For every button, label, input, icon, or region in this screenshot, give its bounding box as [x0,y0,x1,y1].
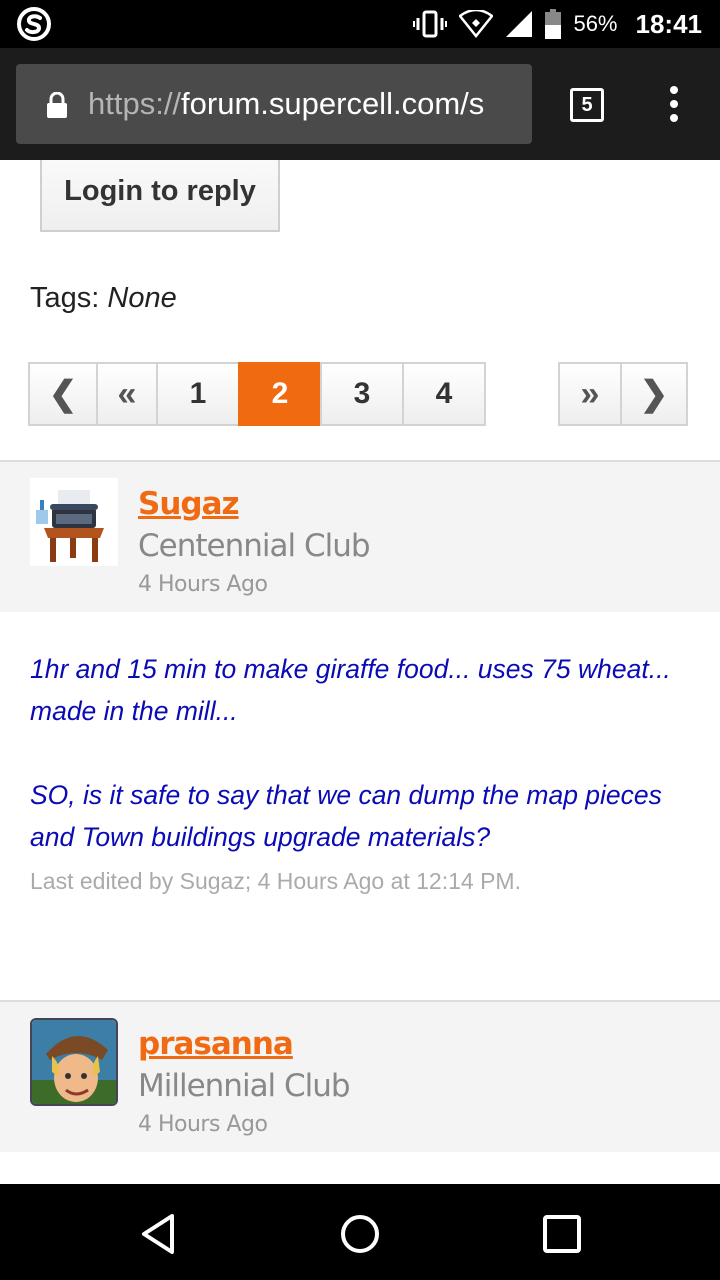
tags-label: Tags: [30,282,100,314]
url-host: forum.supercell.com/s [181,86,485,121]
post-date: 4 Hours Ago [138,1112,268,1137]
battery-percent: 56% [573,11,618,36]
post-header: prasanna Millennial Club 4 Hours Ago [0,1000,720,1152]
clock: 18:41 [635,8,703,39]
page-4-button[interactable]: 4 [402,362,486,426]
username-link[interactable]: Sugaz [138,486,240,522]
vibrate-icon [413,10,448,38]
user-rank: Centennial Club [138,528,371,564]
page-1-button[interactable]: 1 [156,362,240,426]
back-icon[interactable] [136,1212,180,1256]
page-3-button[interactable]: 3 [320,362,404,426]
wifi-icon [459,10,494,38]
edited-note: Last edited by Sugaz; 4 Hours Ago at 12:… [30,868,521,894]
battery-icon [545,9,562,39]
typewriter-avatar-icon [30,478,118,566]
next-page-button[interactable]: » [558,362,622,426]
url-text[interactable]: https://forum.supercell.com/s [88,64,528,144]
post-paragraph: SO, is it safe to say that we can dump t… [30,780,662,852]
tags-line: Tags: None [30,282,177,315]
lock-icon [47,92,67,118]
login-to-reply-button[interactable]: Login to reply [40,160,280,232]
previous-page-button[interactable]: « [96,362,158,426]
user-rank: Millennial Club [138,1068,351,1104]
last-page-button[interactable]: ❯ [620,362,688,426]
tab-switcher-button[interactable]: 5 [570,88,604,122]
url-scheme: https:// [88,86,182,121]
pagination: ❮ « 1 2 3 4 [28,362,486,426]
system-navigation-bar [0,1184,720,1280]
page-content: Login to reply Tags: None ❮ « 1 2 3 4 » … [0,160,720,1184]
post-body: 1hr and 15 min to make giraffe food... u… [30,648,700,900]
post-header: Sugaz Centennial Club 4 Hours Ago [0,460,720,612]
signal-icon [506,11,533,37]
avatar[interactable] [30,1018,118,1106]
browser-toolbar: https://forum.supercell.com/s 5 [0,48,720,160]
more-options-icon[interactable] [664,86,684,126]
farmer-avatar-icon [32,1020,116,1104]
page-2-button[interactable]: 2 [238,362,322,426]
post-paragraph: 1hr and 15 min to make giraffe food... u… [30,654,671,726]
username-link[interactable]: prasanna [138,1026,294,1062]
first-page-button[interactable]: ❮ [28,362,98,426]
app-notification-icon [17,7,51,41]
status-bar: 56% 18:41 [0,0,720,48]
post-date: 4 Hours Ago [138,572,268,597]
avatar[interactable] [30,478,118,566]
tags-value: None [107,282,177,314]
home-icon[interactable] [338,1212,382,1256]
recent-apps-icon[interactable] [540,1212,584,1256]
pagination-next: » ❯ [558,362,688,426]
address-bar[interactable]: https://forum.supercell.com/s [16,64,532,144]
